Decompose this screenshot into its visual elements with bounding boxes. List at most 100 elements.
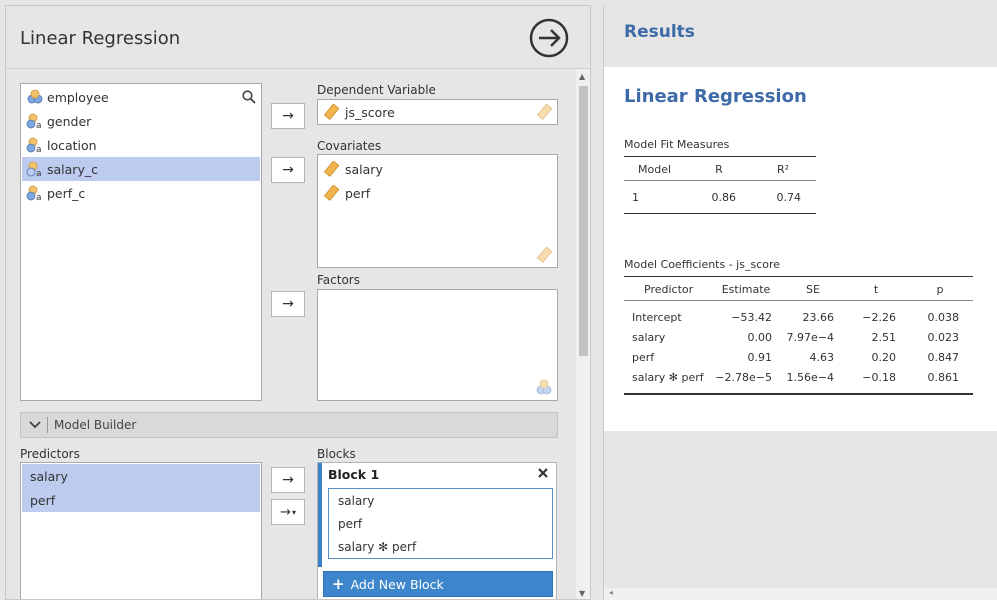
fit-cell-r: 0.86 — [711, 191, 737, 204]
variable-item-location[interactable]: a location — [22, 133, 242, 157]
move-to-dependent-button[interactable]: → — [271, 103, 305, 129]
results-header: Results — [624, 22, 695, 42]
variable-label: salary_c — [47, 161, 98, 177]
covariate-item-perf[interactable]: perf — [324, 182, 370, 204]
coef-row-4-predictor: salary ✻ perf — [632, 371, 704, 384]
svg-text:a: a — [36, 145, 42, 153]
variable-label: employee — [47, 89, 109, 105]
add-new-block-label: Add New Block — [350, 576, 444, 592]
block-terms-list[interactable]: salary perf salary ✻ perf — [328, 488, 553, 559]
predictor-label: perf — [30, 492, 56, 508]
add-new-block-button[interactable]: + Add New Block — [323, 571, 553, 597]
nominal-text-icon: a — [26, 161, 42, 177]
move-to-factors-button[interactable]: → — [271, 291, 305, 317]
nominal-text-icon: a — [26, 137, 42, 153]
variable-list[interactable]: employee a gender a location a salary_c … — [20, 83, 262, 401]
coef-row-3-se: 4.63 — [809, 351, 835, 364]
variable-label: location — [47, 137, 97, 153]
search-icon[interactable] — [242, 90, 256, 104]
table-rule — [624, 156, 816, 157]
coef-row-4-estimate: −2.78e−5 — [715, 371, 772, 384]
factors-label: Factors — [317, 273, 360, 287]
coef-row-1-predictor: Intercept — [632, 311, 682, 324]
block-term-salary[interactable]: salary — [338, 494, 374, 508]
variable-label: perf_c — [47, 185, 86, 201]
continuous-ruler-icon — [324, 161, 340, 177]
table-rule — [624, 213, 816, 214]
scroll-down-icon[interactable]: ▼ — [579, 589, 585, 598]
svg-text:a: a — [36, 193, 42, 201]
model-builder-header[interactable]: Model Builder — [20, 412, 558, 438]
add-term-button[interactable]: → — [271, 467, 305, 493]
results-hscrollbar[interactable]: ◂ — [604, 588, 997, 600]
table-rule — [624, 393, 973, 395]
fit-header-model: Model — [638, 163, 672, 176]
coef-row-2-se: 7.97e−4 — [786, 331, 834, 344]
covariates-label: Covariates — [317, 139, 382, 153]
results-panel: Results Linear Regression Model Fit Meas… — [603, 5, 997, 600]
dependent-box[interactable]: js_score — [317, 99, 558, 125]
factors-box[interactable] — [317, 289, 558, 401]
block-1[interactable]: Block 1 salary perf salary ✻ perf + Add … — [317, 462, 557, 599]
panel-title: Linear Regression — [20, 28, 181, 49]
fit-cell-r2: 0.74 — [776, 191, 802, 204]
coef-row-2-predictor: salary — [632, 331, 666, 344]
results-output: Linear Regression Model Fit Measures Mod… — [604, 67, 997, 431]
nominal-multi-icon — [27, 89, 43, 104]
predictor-label: salary — [30, 468, 68, 484]
coef-row-2-p: 0.023 — [927, 331, 960, 344]
block-title: Block 1 — [328, 467, 380, 482]
analysis-title: Linear Regression — [624, 86, 807, 107]
options-scrollbar[interactable]: ▲ ▼ — [576, 69, 590, 599]
fit-header-r: R — [715, 163, 723, 176]
coef-header-p: p — [936, 283, 944, 296]
nominal-text-icon: a — [26, 185, 42, 201]
dependent-value: js_score — [345, 104, 395, 120]
variable-item-salary-c[interactable]: a salary_c — [22, 157, 260, 181]
covariate-label: salary — [345, 161, 383, 177]
fit-header-r2: R² — [776, 163, 790, 176]
coef-row-4-t: −0.18 — [862, 371, 896, 384]
continuous-ruler-icon — [324, 185, 340, 201]
predictor-item-salary[interactable]: salary — [22, 464, 260, 488]
options-panel: Linear Regression employee a gender a lo… — [5, 5, 591, 600]
scroll-left-icon[interactable]: ◂ — [609, 588, 613, 597]
coef-header-se: SE — [806, 283, 820, 296]
coef-row-4-p: 0.861 — [927, 371, 960, 384]
block-term-perf[interactable]: perf — [338, 517, 362, 531]
coef-row-3-p: 0.847 — [927, 351, 960, 364]
blocks-label: Blocks — [317, 447, 356, 461]
dependent-item[interactable]: js_score — [324, 101, 395, 123]
move-to-covariates-button[interactable]: → — [271, 157, 305, 183]
coef-header-predictor: Predictor — [644, 283, 694, 296]
covariates-box[interactable]: salary perf — [317, 154, 558, 268]
continuous-ruler-icon — [324, 104, 340, 120]
coef-row-2-t: 2.51 — [871, 331, 897, 344]
covariate-label: perf — [345, 185, 371, 201]
variable-label: gender — [47, 113, 92, 129]
predictors-list[interactable]: salary perf — [20, 462, 262, 599]
dependent-label: Dependent Variable — [317, 83, 436, 97]
svg-text:a: a — [36, 121, 42, 129]
table-rule — [624, 276, 973, 277]
close-icon[interactable] — [536, 466, 550, 480]
chevron-down-icon[interactable] — [27, 417, 43, 433]
block-term-interaction[interactable]: salary ✻ perf — [338, 540, 416, 554]
model-builder-title: Model Builder — [54, 418, 137, 432]
table-rule — [624, 300, 973, 301]
plus-icon: + — [332, 575, 345, 593]
add-interaction-dropdown-button[interactable]: → ▾ — [271, 499, 305, 525]
variable-item-gender[interactable]: a gender — [22, 109, 242, 133]
scroll-up-icon[interactable]: ▲ — [579, 72, 585, 81]
go-arrow-icon[interactable] — [529, 18, 569, 58]
coef-row-1-p: 0.038 — [927, 311, 960, 324]
scroll-thumb[interactable] — [579, 86, 588, 356]
coef-header-estimate: Estimate — [721, 283, 771, 296]
header-divider — [6, 68, 590, 69]
variable-item-employee[interactable]: employee — [22, 85, 242, 109]
table-rule — [624, 180, 816, 181]
variable-item-perf-c[interactable]: a perf_c — [22, 181, 242, 205]
coef-row-2-estimate: 0.00 — [747, 331, 773, 344]
predictor-item-perf[interactable]: perf — [22, 488, 260, 512]
covariate-item-salary[interactable]: salary — [324, 158, 383, 180]
